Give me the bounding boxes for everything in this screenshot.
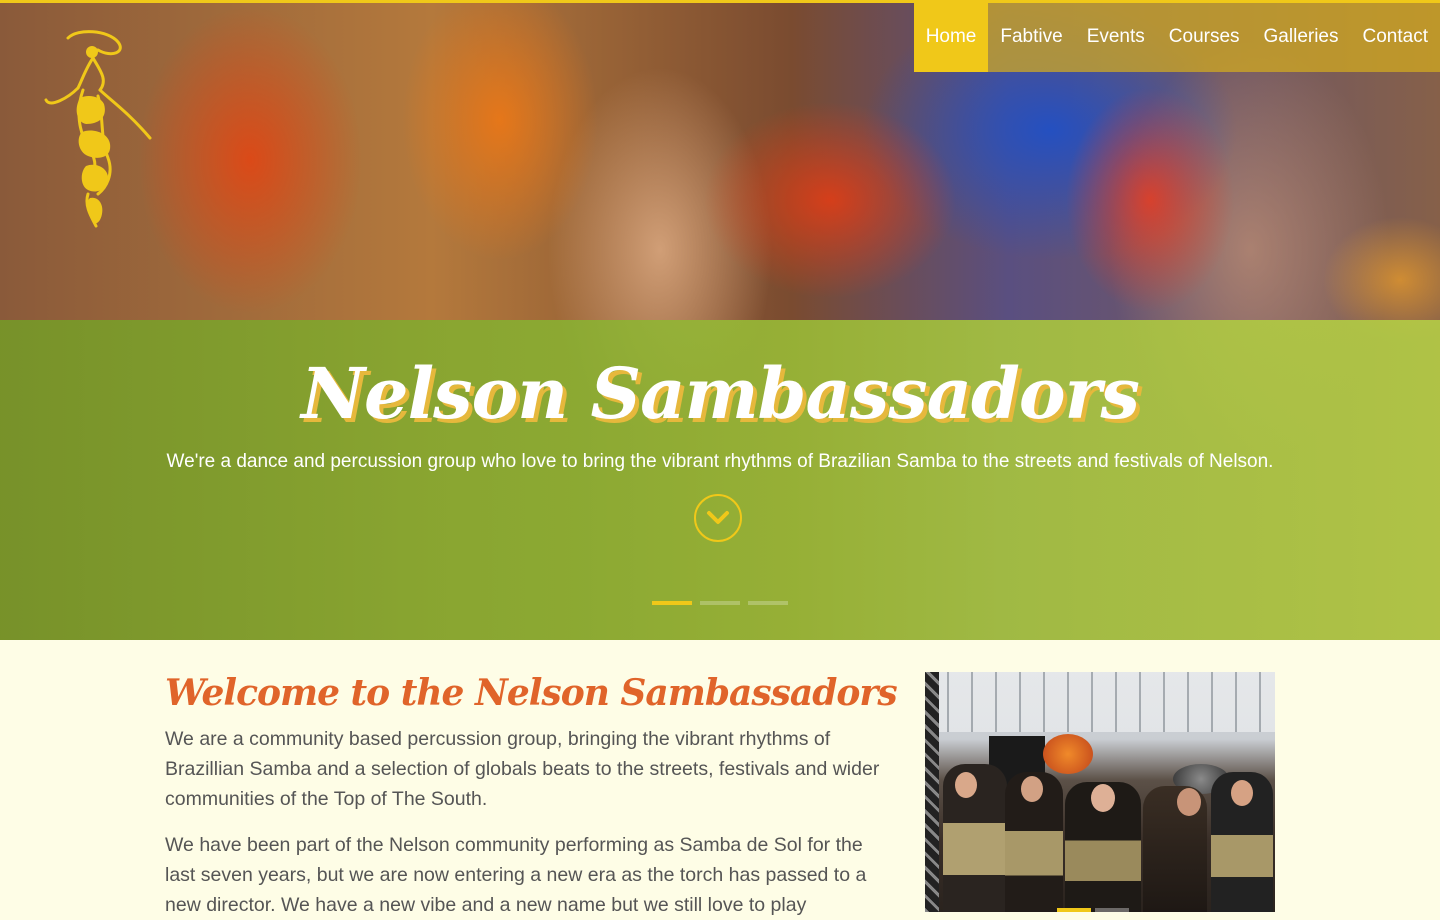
slide-indicator-1[interactable] [652, 601, 692, 605]
nav-item-courses[interactable]: Courses [1157, 3, 1252, 72]
intro-paragraph-1: We are a community based percussion grou… [165, 728, 880, 810]
hero-slider: Nelson Sambassadors We're a dance and pe… [0, 0, 1440, 640]
photo-face [1091, 784, 1115, 812]
photo-face [1177, 788, 1201, 816]
welcome-heading: Welcome to the Nelson Sambassadors [165, 672, 898, 714]
hero-subtitle: We're a dance and percussion group who l… [166, 451, 1274, 472]
intro-paragraph-2: We have been part of the Nelson communit… [165, 834, 867, 916]
main-navigation: Home Fabtive Events Courses Galleries Co… [913, 3, 1440, 72]
slide-indicators [652, 601, 788, 605]
photo-headdress [1043, 734, 1093, 774]
nav-item-fabtive[interactable]: Fabtive [988, 3, 1074, 72]
nav-item-home[interactable]: Home [913, 3, 989, 72]
samba-dancer-logo[interactable] [38, 28, 158, 233]
photo-face [1231, 780, 1253, 806]
photo-face [955, 772, 977, 798]
performance-photo[interactable] [925, 672, 1275, 912]
nav-item-contact[interactable]: Contact [1351, 3, 1440, 72]
photo-stage-truss [925, 672, 939, 912]
scroll-down-button[interactable] [694, 494, 742, 542]
chevron-down-icon [707, 511, 729, 524]
hero-title: Nelson Sambassadors [301, 352, 1140, 435]
photo-slide-indicator-1[interactable] [1057, 908, 1091, 912]
nav-item-galleries[interactable]: Galleries [1252, 3, 1351, 72]
photo-windows [925, 672, 1275, 732]
nav-item-events[interactable]: Events [1075, 3, 1157, 72]
slide-indicator-3[interactable] [748, 601, 788, 605]
photo-slide-indicator-2[interactable] [1095, 908, 1129, 912]
slide-indicator-2[interactable] [700, 601, 740, 605]
photo-face [1021, 776, 1043, 802]
